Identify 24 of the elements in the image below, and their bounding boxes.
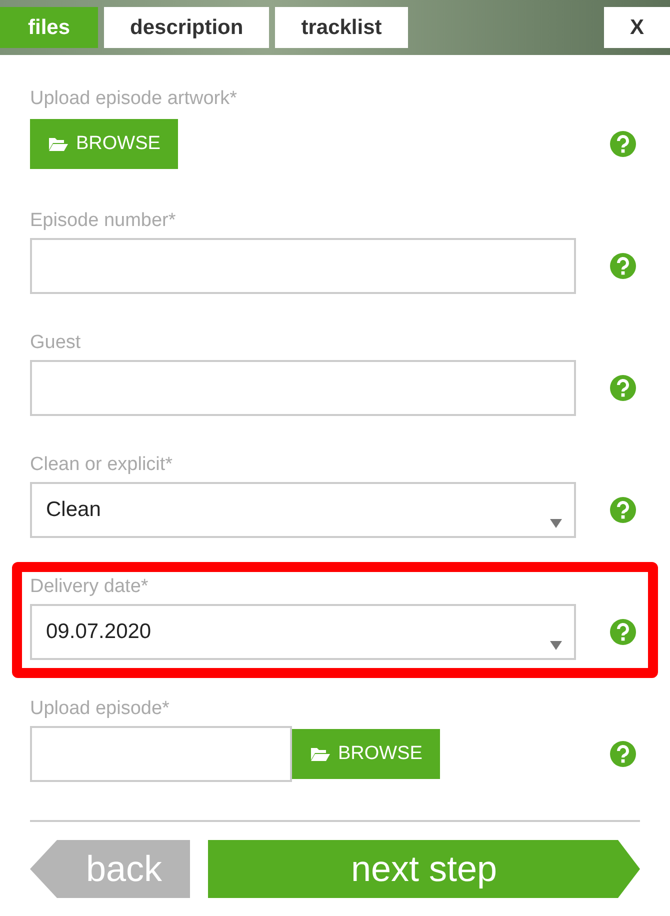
file-field[interactable] (30, 726, 292, 782)
input-field[interactable] (30, 360, 576, 416)
field-label: Episode number* (30, 210, 177, 232)
help-icon[interactable] (610, 375, 636, 401)
field-label: Clean or explicit* (30, 454, 174, 476)
caret-icon (550, 519, 562, 528)
help-icon[interactable] (610, 497, 636, 523)
help-icon[interactable] (610, 131, 636, 157)
select-field[interactable]: Clean (30, 482, 576, 538)
select-field[interactable]: 09.07.2020 (30, 604, 576, 660)
caret-icon (550, 641, 562, 650)
field-label: Upload episode* (30, 698, 170, 720)
field-label: Guest (30, 332, 82, 354)
help-icon[interactable] (610, 741, 636, 767)
folder-icon (310, 746, 330, 762)
field-label: Upload episode artwork* (30, 88, 238, 110)
tab[interactable]: description (104, 7, 270, 48)
help-icon[interactable] (610, 619, 636, 645)
close-button[interactable]: X (604, 7, 670, 48)
field-label: Delivery date* (30, 576, 150, 598)
input-field[interactable] (30, 238, 576, 294)
help-icon[interactable] (610, 253, 636, 279)
folder-icon (48, 136, 68, 152)
tab[interactable]: tracklist (275, 7, 408, 48)
